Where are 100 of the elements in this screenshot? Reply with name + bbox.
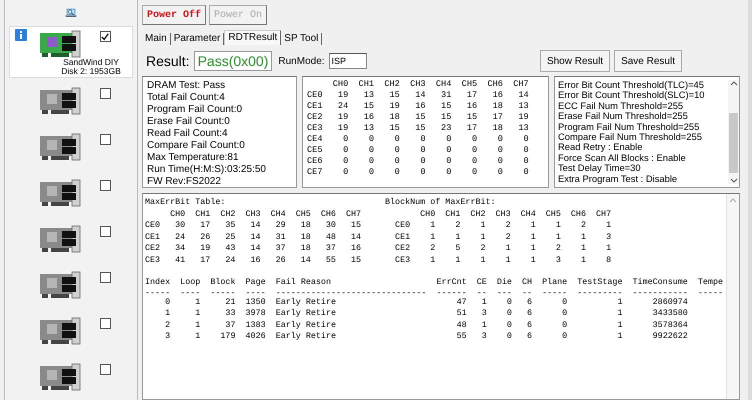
table-cell-text: 18 (492, 101, 503, 112)
table-cell-text: 1 (605, 243, 612, 254)
column-header: CH0 (332, 79, 348, 90)
settings-line: Erase Fail Num Threshold=255 (558, 111, 689, 122)
scrollbar[interactable] (726, 194, 739, 399)
table-cell-text: 1 (530, 220, 536, 232)
tab[interactable]: SP Tool (281, 33, 322, 45)
table-cell-text: 26 (199, 232, 210, 243)
row-label: CE7 (307, 167, 322, 178)
table-cell-text: Early Retire (276, 331, 337, 342)
checkbox[interactable] (100, 134, 110, 145)
tab[interactable]: Main (142, 33, 171, 45)
checkbox[interactable] (100, 318, 110, 329)
table-cell: 4026 (246, 331, 266, 342)
table-cell-text: 34 (174, 243, 186, 254)
run-mode-field[interactable]: ISP (328, 53, 367, 69)
row-label: CE2 (395, 243, 410, 254)
settings-line: Program Fail Num Threshold=255 (558, 122, 700, 132)
table-cell-text: 31 (274, 232, 286, 243)
row-label: CE3 (307, 123, 322, 134)
column-header: CH4 (520, 208, 536, 220)
table-cell-text: 0 (342, 145, 348, 156)
disk-item[interactable]: SandWind DIY Disk 2: 1953GB (9, 26, 133, 78)
column-rule: -- (522, 288, 532, 296)
checkbox[interactable] (100, 88, 110, 99)
table-cell-text: 19 (336, 112, 348, 123)
table-cell-text: 33 (224, 308, 236, 320)
table-cell-text: 0 (342, 134, 348, 145)
scrollbar[interactable] (728, 80, 739, 184)
caret-up-icon[interactable] (730, 80, 738, 86)
table-cell-text: 0 (496, 145, 503, 156)
result-label: Result: (146, 53, 190, 69)
column-rule: -- (476, 288, 487, 296)
checkbox[interactable] (100, 364, 110, 375)
table-cell-text: 37 (324, 243, 336, 254)
table-cell-text: 3 (554, 254, 561, 266)
tab[interactable]: RDTResult (224, 30, 282, 45)
table-cell-text: 0 (445, 145, 452, 156)
table-cell-text: 2 (164, 320, 170, 331)
table-cell-text: 31 (440, 90, 452, 101)
caret-down-icon[interactable] (730, 178, 738, 184)
summary-line: FW Rev:FS2022 (147, 176, 222, 188)
column-header: CH2 (219, 208, 236, 220)
run-mode-label: RunMode: (278, 56, 325, 66)
checkbox[interactable] (100, 226, 110, 237)
action-button[interactable]: Save Result (614, 50, 682, 72)
table-cell-text: 17 (199, 254, 210, 266)
table-cell-text: 21 (224, 296, 236, 308)
table-cell: 1383 (246, 320, 266, 331)
table-cell-text: 0 (445, 167, 452, 178)
table-cell-text: 8 (605, 254, 612, 266)
action-button[interactable]: Show Result (540, 50, 610, 72)
table-cell-text: 0 (506, 320, 512, 331)
table-cell-text: 16 (350, 243, 362, 254)
table-cell-text: 179 (219, 331, 236, 342)
column-header: CH7 (595, 208, 612, 220)
expansion-card-icon (38, 362, 82, 392)
table-cell-text: 16 (414, 101, 426, 112)
disk-detail: Disk 2: 1953GB (61, 67, 121, 76)
table-cell-text: 14 (250, 220, 261, 232)
table-cell-text: 0 (445, 156, 452, 167)
summary-line: Program Fail Count:0 (147, 104, 244, 116)
table-cell-text: 6 (526, 296, 532, 308)
table-cell-text: 9922622 (652, 331, 688, 342)
table-cell-text: 6 (526, 331, 532, 342)
table-cell-text: 0 (368, 156, 374, 167)
result-value: Pass(0x00) (194, 51, 272, 71)
row-label: CE2 (145, 243, 160, 254)
checkbox[interactable] (100, 31, 110, 42)
table-cell-text: 1 (194, 331, 200, 342)
table-cell-text: 1 (194, 320, 200, 331)
table-cell-text: 30 (174, 220, 186, 232)
column-rule: ---- (180, 288, 200, 296)
table-cell-text: 2860974 (652, 296, 688, 308)
table-cell-text: Early Retire (276, 320, 337, 331)
table-cell-text: 15 (388, 90, 400, 101)
settings-line: Force Scan All Blocks : Enable (558, 152, 687, 164)
column-header: CH0 (169, 208, 186, 220)
table-cell-text: 0 (506, 331, 512, 342)
table-cell-text: 18 (300, 232, 311, 243)
settings-line: Test Delay Time=30 (558, 163, 642, 174)
table-cell-text: 18 (300, 243, 311, 254)
checkbox[interactable] (100, 180, 110, 191)
table-cell-text: 0 (561, 296, 568, 308)
table-cell-text: 1 (429, 232, 436, 243)
table-cell-text: 15 (440, 112, 452, 123)
table-cell-text: 43 (224, 243, 236, 254)
checkbox[interactable] (100, 272, 110, 283)
table-cell-text: 1 (616, 296, 622, 308)
column-header: Index (145, 277, 170, 288)
table-cell-text: 55 (456, 331, 467, 342)
column-header: CH3 (409, 79, 426, 90)
row-label: CE4 (307, 134, 322, 145)
table-cell-text: 0 (164, 296, 170, 308)
column-header: CH0 (419, 208, 436, 220)
table-title: MaxErrBit Table: (145, 197, 226, 208)
power-button[interactable]: Power Off (142, 5, 206, 25)
column-header: CH5 (544, 208, 561, 220)
table-cell-text: 1 (479, 254, 486, 266)
settings-line: ECC Fail Num Threshold=255 (558, 100, 684, 112)
